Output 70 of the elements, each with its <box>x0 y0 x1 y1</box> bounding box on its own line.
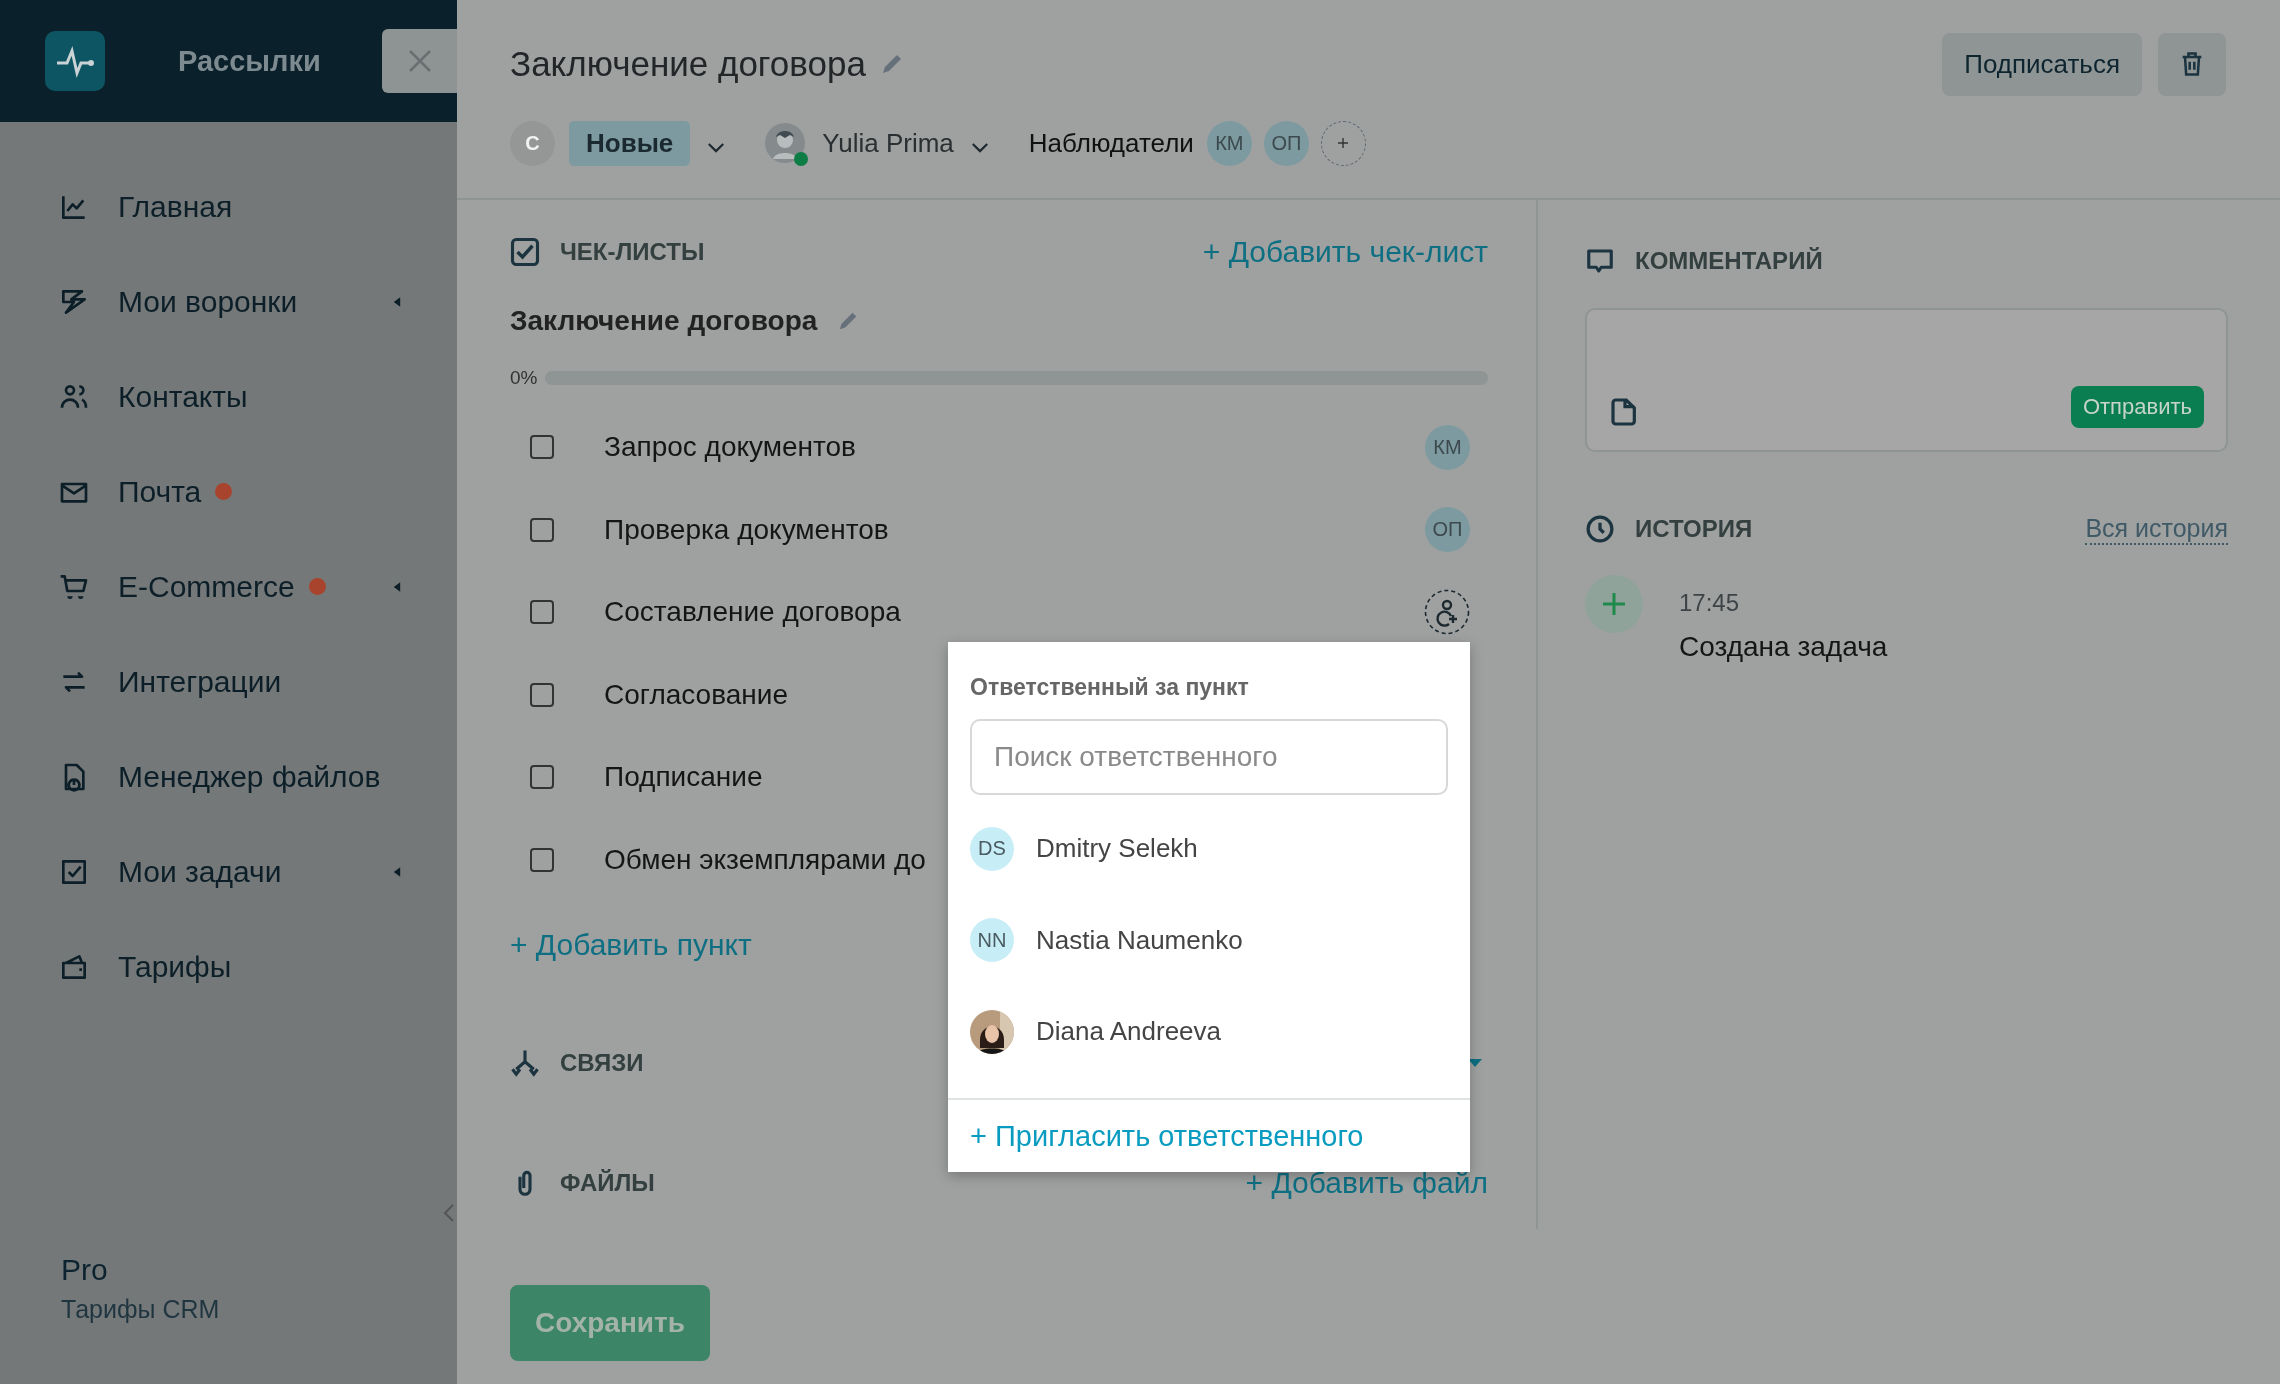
logo-icon <box>45 31 105 91</box>
person-avatar: DS <box>970 826 1014 871</box>
checklist-item: Обмен экземплярами до <box>604 843 926 876</box>
section-title: ИСТОРИЯ <box>1635 515 1753 543</box>
section-title: ЧЕК-ЛИСТЫ <box>560 238 705 266</box>
checkbox-icon <box>510 237 540 267</box>
assignee-name[interactable]: Yulia Prima <box>822 127 954 159</box>
plan-link[interactable]: Тарифы CRM <box>61 1295 457 1324</box>
chevron-down-icon[interactable] <box>707 141 726 153</box>
person-option[interactable]: DS Dmitry Selekh <box>970 803 1448 895</box>
search-field[interactable]: Поиск ответственного <box>970 719 1448 795</box>
status-button[interactable]: Новые <box>569 120 691 166</box>
assignee-avatar[interactable]: ОП <box>1425 507 1470 553</box>
nav-item[interactable]: Интеграции <box>0 634 457 729</box>
add-checklist-link[interactable]: + Добавить чек-лист <box>1202 235 1488 269</box>
plan-name: Pro <box>61 1253 109 1287</box>
watcher-avatar: ОП <box>1263 120 1309 166</box>
checklist-title: Заключение договора <box>510 305 818 337</box>
nav-item[interactable]: Мои задачи <box>0 824 457 919</box>
caret-icon[interactable] <box>1468 1059 1482 1067</box>
comment-icon <box>1585 246 1615 276</box>
delete-button[interactable] <box>2158 32 2226 96</box>
add-item-link[interactable]: + Добавить пункт <box>510 928 752 962</box>
subscribe-button[interactable]: Подписаться <box>1942 32 2142 96</box>
section-title: КОММЕНТАРИЙ <box>1635 247 1823 275</box>
checkbox[interactable] <box>530 847 554 872</box>
person-option[interactable]: Diana Andreeva <box>970 986 1448 1078</box>
assignee-avatar[interactable]: КМ <box>1425 424 1470 470</box>
send-button[interactable]: Отправить <box>2070 386 2204 428</box>
all-history-link[interactable]: Вся история <box>2085 513 2228 545</box>
nav-item[interactable]: E-Commerce <box>0 539 457 634</box>
watchers-label: Наблюдатели <box>1028 127 1194 159</box>
nav-item[interactable]: Тарифы <box>0 919 457 1014</box>
popup-title: Ответственный за пункт <box>970 674 1250 701</box>
checklist-item: Подписание <box>604 761 763 794</box>
checklist-item: Проверка документов <box>604 513 889 546</box>
checkbox[interactable] <box>530 435 554 460</box>
checkbox[interactable] <box>530 517 554 542</box>
comment-field[interactable]: Отправить <box>1585 308 2228 452</box>
person-avatar: NN <box>970 918 1014 963</box>
checkbox[interactable] <box>530 600 554 625</box>
status-avatar: С <box>510 120 555 166</box>
watcher-avatar: КМ <box>1206 120 1252 166</box>
nav-item[interactable]: Главная <box>0 159 457 254</box>
checkbox[interactable] <box>530 682 554 707</box>
progress-percent: 0% <box>510 367 538 389</box>
section-title: ФАЙЛЫ <box>560 1169 655 1197</box>
section-title: СВЯЗИ <box>560 1049 644 1077</box>
checklist-item: Составление договора <box>604 596 901 629</box>
nav-item[interactable]: Менеджер файлов <box>0 729 457 824</box>
invite-link[interactable]: + Пригласить ответственного <box>970 1119 1364 1153</box>
save-button[interactable]: Сохранить <box>510 1285 710 1361</box>
task-title: Заключение договора <box>510 44 866 84</box>
nav-item[interactable]: Контакты <box>0 349 457 444</box>
person-option[interactable]: NN Nastia Naumenko <box>970 894 1448 986</box>
clock-icon <box>1585 514 1615 544</box>
branch-icon <box>510 1048 540 1078</box>
plus-icon <box>1585 575 1643 633</box>
checkbox[interactable] <box>530 765 554 790</box>
chevron-down-icon[interactable] <box>970 141 989 153</box>
add-user-icon[interactable] <box>1424 589 1470 636</box>
nav-item[interactable]: Почта <box>0 444 457 539</box>
brand-name: Рассылки <box>178 44 321 78</box>
avatar-icon <box>765 123 806 163</box>
checklist-item: Согласование <box>604 678 788 711</box>
history-time: 17:45 <box>1679 589 1741 617</box>
nav-item[interactable]: Мои воронки <box>0 254 457 349</box>
plus-icon <box>1337 137 1350 149</box>
checklist-item: Запрос документов <box>604 431 856 464</box>
history-text: Создана задача <box>1679 631 1888 663</box>
